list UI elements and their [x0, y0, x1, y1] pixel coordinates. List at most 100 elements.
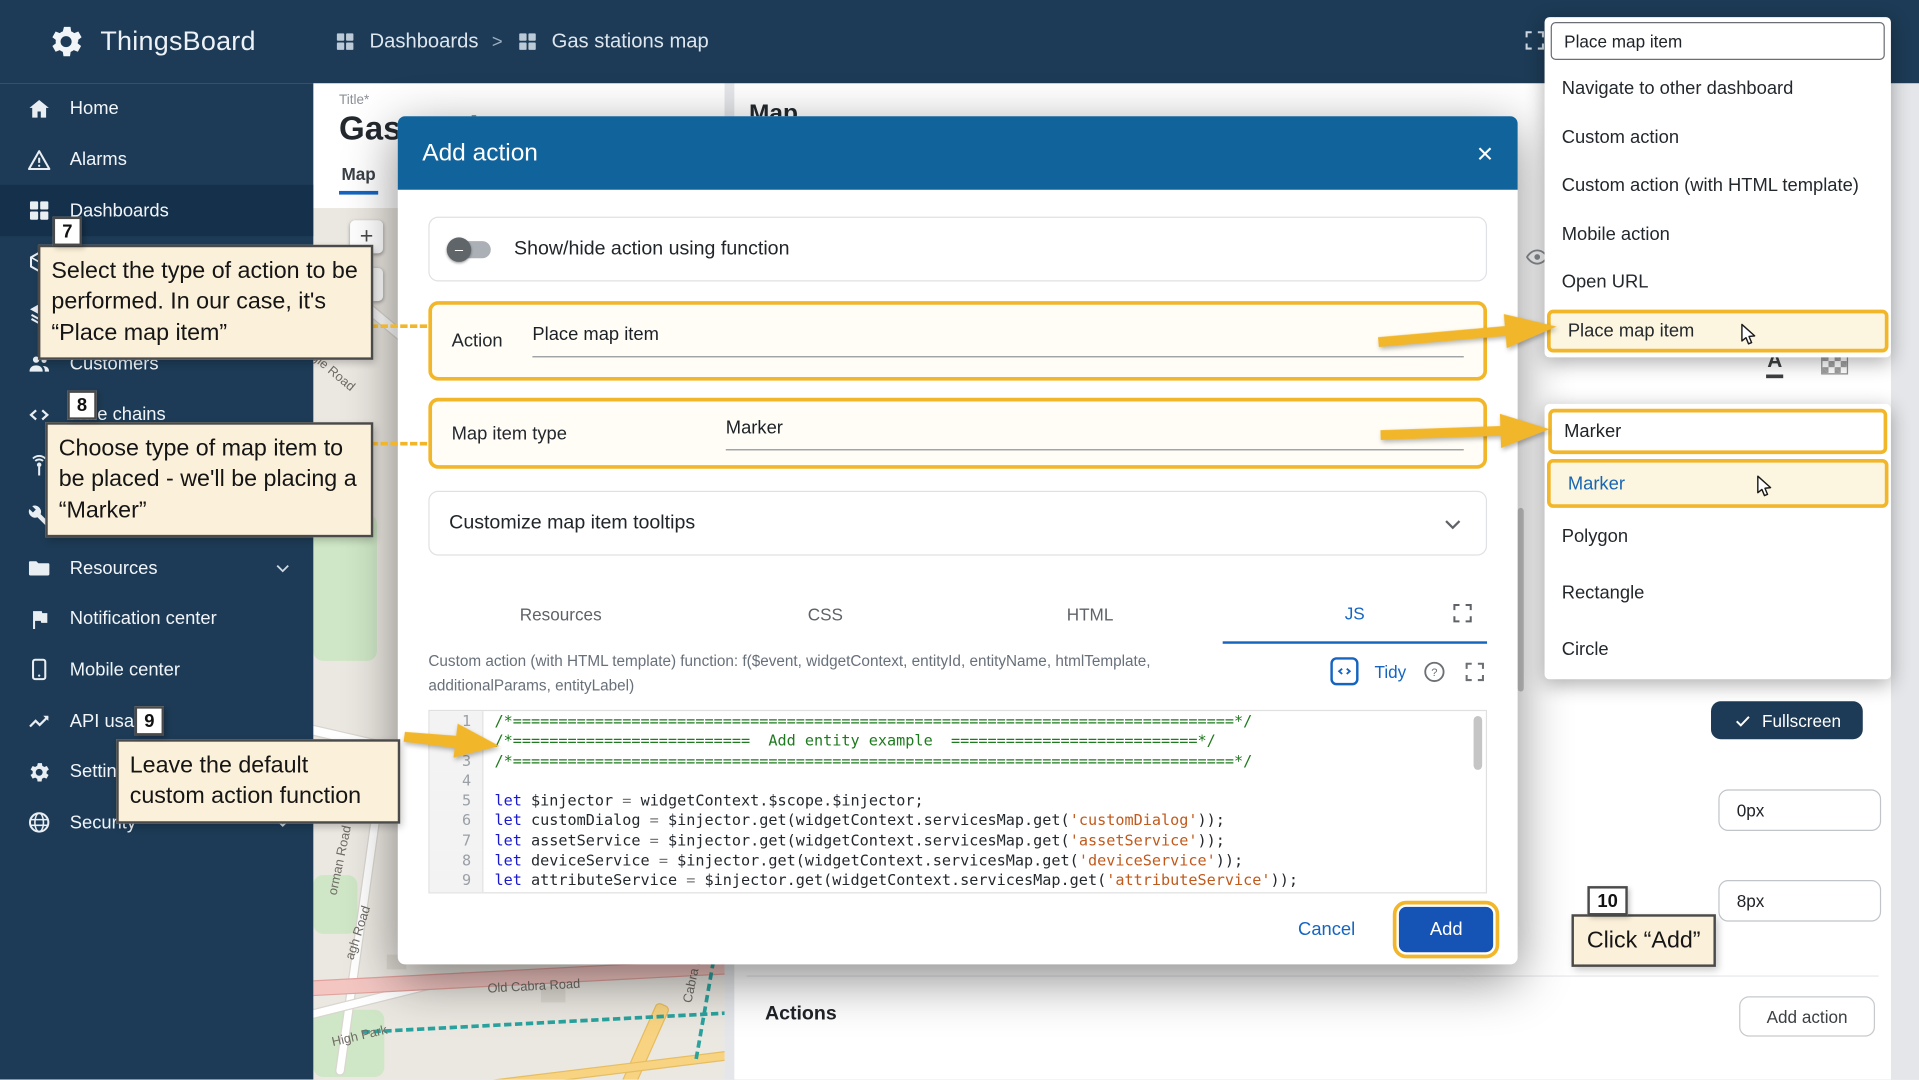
- screen: Title* Gas stations map Map gle Road Swi: [0, 0, 1919, 1080]
- callout-10: Click “Add”: [1571, 914, 1715, 967]
- code-line: 6let customDialog = $injector.get(widget…: [430, 811, 1486, 831]
- line-number: 5: [430, 791, 484, 811]
- line-number: 10: [430, 891, 484, 894]
- cursor-icon: [1750, 474, 1774, 498]
- toggle-label: Show/hide action using function: [514, 238, 789, 260]
- tab-html[interactable]: HTML: [958, 585, 1223, 644]
- tab-resources[interactable]: Resources: [428, 585, 693, 644]
- editor-fullscreen-icon[interactable]: [1463, 659, 1487, 683]
- code-text: /*========================== Add entity …: [483, 731, 1215, 751]
- code-text: /*======================================…: [483, 751, 1252, 771]
- tidy-button[interactable]: Tidy: [1375, 662, 1407, 682]
- add-action-dialog: Add action × – Show/hide action using fu…: [398, 116, 1518, 964]
- editor-toolbar: Tidy ?: [1330, 649, 1487, 686]
- editor-scrollbar[interactable]: [1474, 716, 1483, 770]
- fullscreen-button[interactable]: Fullscreen: [1711, 701, 1863, 739]
- cancel-button[interactable]: Cancel: [1283, 909, 1370, 949]
- tab-js[interactable]: JS: [1345, 603, 1365, 623]
- dialog-title: Add action: [422, 139, 1476, 167]
- add-button[interactable]: Add: [1399, 907, 1493, 952]
- help-icon[interactable]: ?: [1422, 659, 1446, 683]
- sidebar-item-mobile-center[interactable]: Mobile center: [0, 644, 313, 695]
- sidebar-item-home[interactable]: Home: [0, 83, 313, 134]
- dropdown-option-circle[interactable]: Circle: [1545, 621, 1891, 677]
- close-icon[interactable]: ×: [1477, 139, 1493, 167]
- tab-css[interactable]: CSS: [693, 585, 958, 644]
- brand: ThingsBoard: [0, 22, 256, 61]
- breadcrumb-separator: >: [492, 31, 503, 52]
- callout-7: Select the type of action to be performe…: [38, 245, 373, 360]
- sidebar-item-label: Mobile center: [70, 660, 180, 681]
- dropdown-option-label: Polygon: [1562, 526, 1628, 547]
- code-line: 5let $injector = widgetContext.$scope.$i…: [430, 791, 1486, 811]
- globe-icon: [27, 811, 51, 835]
- sidebar-item-label: Notification center: [70, 609, 217, 630]
- gear-icon: [27, 760, 51, 784]
- panel-scrollbar[interactable]: [1518, 508, 1524, 692]
- code-style-button[interactable]: [1330, 657, 1358, 685]
- toggle-thumb: –: [447, 237, 471, 261]
- map-item-type-dropdown-input[interactable]: [1548, 409, 1887, 454]
- line-number: 9: [430, 871, 484, 891]
- dropdown-option-polygon[interactable]: Polygon: [1545, 508, 1891, 564]
- home-icon: [27, 96, 51, 120]
- function-signature-line2: additionalParams, entityLabel): [428, 673, 1330, 697]
- dialog-body: – Show/hide action using function Action…: [398, 190, 1518, 894]
- dropdown-option-label: Navigate to other dashboard: [1562, 79, 1794, 100]
- widget-tab-map[interactable]: Map: [339, 164, 378, 195]
- spacing-field-2[interactable]: 8px: [1718, 880, 1881, 922]
- dropdown-option-rectangle[interactable]: Rectangle: [1545, 564, 1891, 620]
- dropdown-option-label: Mobile action: [1562, 224, 1670, 245]
- dropdown-option-label: Circle: [1562, 638, 1609, 659]
- dropdown-option-navigate-to-other-dashboard[interactable]: Navigate to other dashboard: [1545, 65, 1891, 113]
- map-cycle-route: [362, 1011, 724, 1034]
- map-item-type-input[interactable]: Marker: [726, 417, 1464, 450]
- function-signature-line1: Custom action (with HTML template) funct…: [428, 649, 1330, 673]
- dropdown-option-label: Custom action: [1562, 127, 1679, 148]
- customize-tooltips-label: Customize map item tooltips: [449, 512, 695, 534]
- sidebar-item-notification-center[interactable]: Notification center: [0, 593, 313, 644]
- callout-9-badge: 9: [135, 706, 164, 735]
- show-hide-function-row: – Show/hide action using function: [428, 217, 1487, 282]
- code-text: let $injector = widgetContext.$scope.$in…: [483, 791, 923, 811]
- show-hide-toggle[interactable]: –: [449, 237, 493, 261]
- action-type-dropdown: Navigate to other dashboard Custom action…: [1545, 17, 1891, 357]
- action-field-input[interactable]: Place map item: [532, 324, 1463, 357]
- add-action-button[interactable]: Add action: [1739, 996, 1875, 1036]
- dropdown-option-custom-action-with-html-template[interactable]: Custom action (with HTML template): [1545, 162, 1891, 210]
- js-code-editor[interactable]: 1/*=====================================…: [428, 710, 1487, 894]
- code-line: 8let deviceService = $injector.get(widge…: [430, 851, 1486, 871]
- breadcrumb: Dashboards > Gas stations map: [334, 30, 709, 53]
- dropdown-option-open-url[interactable]: Open URL: [1545, 258, 1891, 306]
- tabs-fullscreen-icon[interactable]: [1450, 601, 1474, 625]
- sidebar-item-resources[interactable]: Resources: [0, 542, 313, 593]
- code-text: [483, 891, 494, 894]
- sidebar-item-label: Resources: [70, 558, 158, 579]
- callout-8-connector: [371, 442, 427, 446]
- dashboards-icon: [27, 199, 51, 223]
- code-text: let deviceService = $injector.get(widget…: [483, 851, 1243, 871]
- dialog-footer: Cancel Add: [398, 893, 1518, 965]
- chart-icon: [27, 709, 51, 733]
- cursor-icon: [1734, 321, 1758, 345]
- dropdown-option-marker[interactable]: Marker: [1547, 459, 1888, 508]
- breadcrumb-dashboards[interactable]: Dashboards: [370, 30, 479, 53]
- action-search-input[interactable]: [1551, 22, 1885, 60]
- sidebar-item-alarms[interactable]: Alarms: [0, 134, 313, 185]
- sidebar-item-dashboards[interactable]: Dashboards: [0, 185, 313, 236]
- code-text: let customDialog = $injector.get(widgetC…: [483, 811, 1224, 831]
- dropdown-option-label: Rectangle: [1562, 582, 1645, 603]
- customize-tooltips-section[interactable]: Customize map item tooltips: [428, 491, 1487, 556]
- dropdown-option-mobile-action[interactable]: Mobile action: [1545, 210, 1891, 258]
- dropdown-option-custom-action[interactable]: Custom action: [1545, 113, 1891, 161]
- spacing-field-1[interactable]: 0px: [1718, 789, 1881, 831]
- toolbar-expand-icon[interactable]: [1523, 28, 1547, 52]
- dropdown-option-label: Marker: [1568, 473, 1625, 494]
- map-item-type-label: Map item type: [452, 423, 726, 444]
- dropdown-option-place-map-item[interactable]: Place map item: [1547, 309, 1888, 352]
- section-divider: [747, 975, 1879, 976]
- callout-8-badge: 8: [67, 390, 96, 419]
- arrow-to-marker-icon: [1380, 405, 1555, 460]
- map-item-type-row: Map item type Marker: [428, 398, 1487, 469]
- code-line: 7let assetService = $injector.get(widget…: [430, 831, 1486, 851]
